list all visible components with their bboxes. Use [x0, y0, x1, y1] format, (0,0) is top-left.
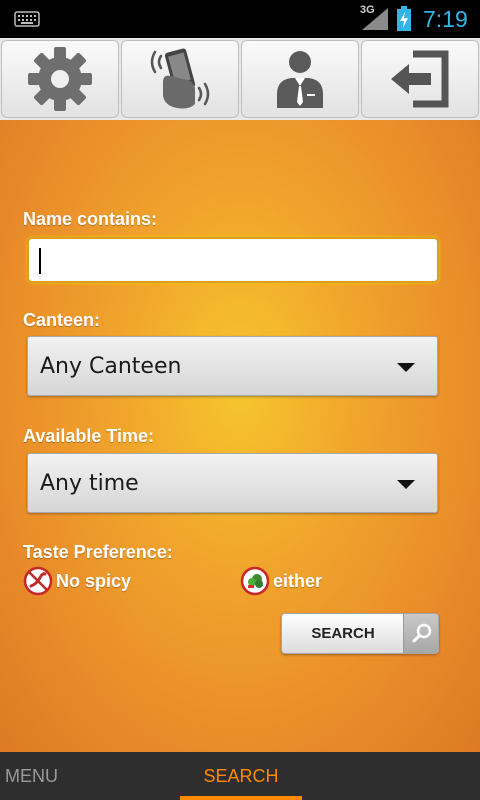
settings-button[interactable]	[1, 40, 119, 118]
top-toolbar	[0, 38, 480, 120]
canteen-select[interactable]: Any Canteen	[27, 336, 438, 396]
search-form: Name contains: Canteen: Any Canteen Avai…	[0, 120, 480, 752]
search-button[interactable]: SEARCH	[281, 613, 439, 654]
dropdown-arrow-icon	[397, 480, 415, 489]
shake-phone-icon	[150, 48, 210, 109]
signal-icon	[362, 8, 388, 30]
time-select[interactable]: Any time	[27, 453, 438, 513]
active-tab-indicator	[180, 796, 302, 800]
tab-search[interactable]: SEARCH	[180, 752, 302, 800]
status-bar: 3G 7:19	[0, 0, 480, 38]
taste-option-label: No spicy	[56, 570, 132, 591]
search-icon	[412, 623, 432, 643]
search-button-label: SEARCH	[311, 625, 375, 642]
clock: 7:19	[423, 6, 468, 32]
bottom-tab-bar: MENU SEARCH	[0, 752, 480, 800]
time-label: Available Time:	[23, 426, 155, 446]
tab-menu[interactable]: MENU	[5, 752, 58, 800]
vegetable-icon	[240, 566, 270, 596]
name-input[interactable]	[27, 237, 439, 283]
search-icon-box	[403, 614, 438, 653]
logout-button[interactable]	[361, 40, 479, 118]
no-spicy-icon	[23, 566, 53, 596]
taste-option-no-spicy[interactable]: No spicy	[23, 566, 131, 596]
canteen-select-value: Any Canteen	[40, 354, 182, 379]
battery-charging-icon	[397, 6, 411, 31]
dropdown-arrow-icon	[397, 363, 415, 372]
time-select-value: Any time	[40, 471, 139, 496]
name-label: Name contains:	[23, 209, 158, 229]
gear-icon	[28, 47, 92, 111]
text-cursor	[39, 248, 41, 274]
canteen-label: Canteen:	[23, 310, 101, 330]
keyboard-icon	[14, 11, 40, 27]
shake-button[interactable]	[121, 40, 239, 118]
logout-icon	[391, 50, 449, 108]
taste-option-either[interactable]: either	[240, 566, 322, 596]
profile-button[interactable]	[241, 40, 359, 118]
taste-label: Taste Preference:	[23, 542, 173, 562]
person-icon	[277, 51, 323, 108]
taste-option-label: either	[273, 570, 323, 591]
